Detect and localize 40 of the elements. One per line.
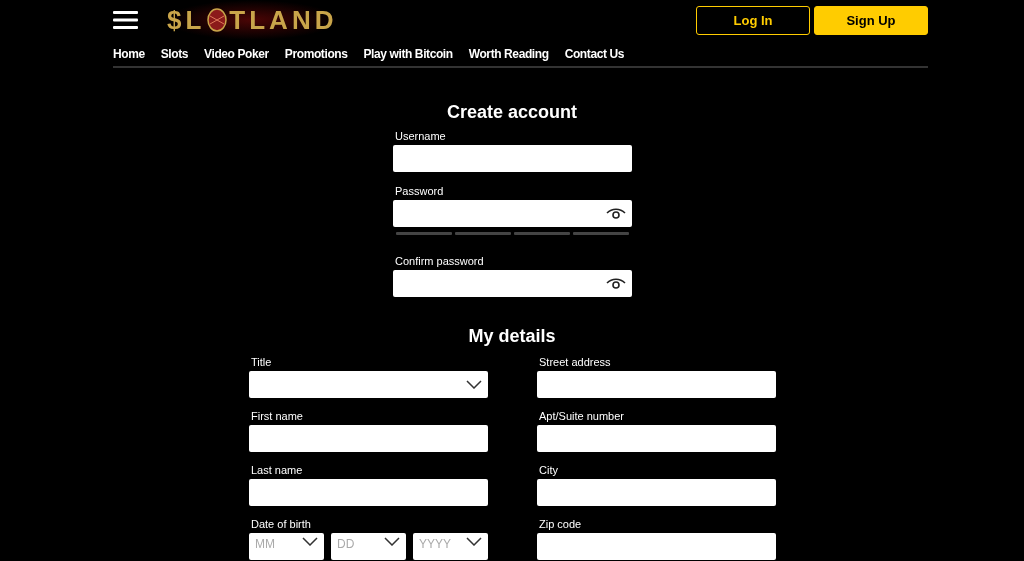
- field-label: Title: [251, 355, 273, 369]
- nav-link[interactable]: Video Poker: [204, 45, 269, 63]
- field-label: Apt/Suite number: [539, 409, 625, 423]
- log-in-button[interactable]: Log In: [696, 6, 810, 35]
- field-label: First name: [251, 409, 304, 423]
- eye-icon[interactable]: [606, 207, 626, 220]
- text-field[interactable]: [249, 425, 488, 452]
- password-field[interactable]: [393, 200, 632, 227]
- password-field[interactable]: [393, 270, 632, 297]
- nav-link[interactable]: Contact Us: [564, 45, 624, 63]
- text-field[interactable]: [249, 479, 488, 506]
- text-field[interactable]: [537, 371, 776, 398]
- field-label: City: [539, 463, 559, 477]
- field-label: Username: [395, 129, 447, 143]
- sign-up-button[interactable]: Sign Up: [814, 6, 928, 35]
- nav-link[interactable]: Play with Bitcoin: [363, 45, 453, 63]
- nav-link[interactable]: Promotions: [284, 45, 348, 63]
- chevron-down-icon: [384, 537, 400, 546]
- egg-icon: [207, 8, 228, 32]
- select-field[interactable]: [249, 371, 488, 398]
- field-label: Password: [395, 184, 445, 198]
- field-label: Street address: [539, 355, 612, 369]
- nav-link[interactable]: Slots: [160, 45, 189, 63]
- text-field[interactable]: [537, 425, 776, 452]
- nav-link[interactable]: Home: [113, 45, 145, 63]
- section-title: My details: [468, 325, 556, 347]
- eye-icon[interactable]: [606, 277, 626, 290]
- text-field[interactable]: [537, 533, 776, 560]
- menu-icon[interactable]: [113, 11, 138, 29]
- chevron-down-icon: [466, 537, 482, 546]
- section-title: Create account: [446, 101, 577, 123]
- text-field[interactable]: [537, 479, 776, 506]
- field-label: Date of birth: [251, 517, 312, 531]
- field-label: Zip code: [539, 517, 583, 531]
- chevron-down-icon: [466, 380, 482, 389]
- text-field[interactable]: [393, 145, 632, 172]
- field-label: Confirm password: [395, 254, 485, 268]
- field-label: Last name: [251, 463, 304, 477]
- chevron-down-icon: [302, 537, 318, 546]
- nav-link[interactable]: Worth Reading: [468, 45, 549, 63]
